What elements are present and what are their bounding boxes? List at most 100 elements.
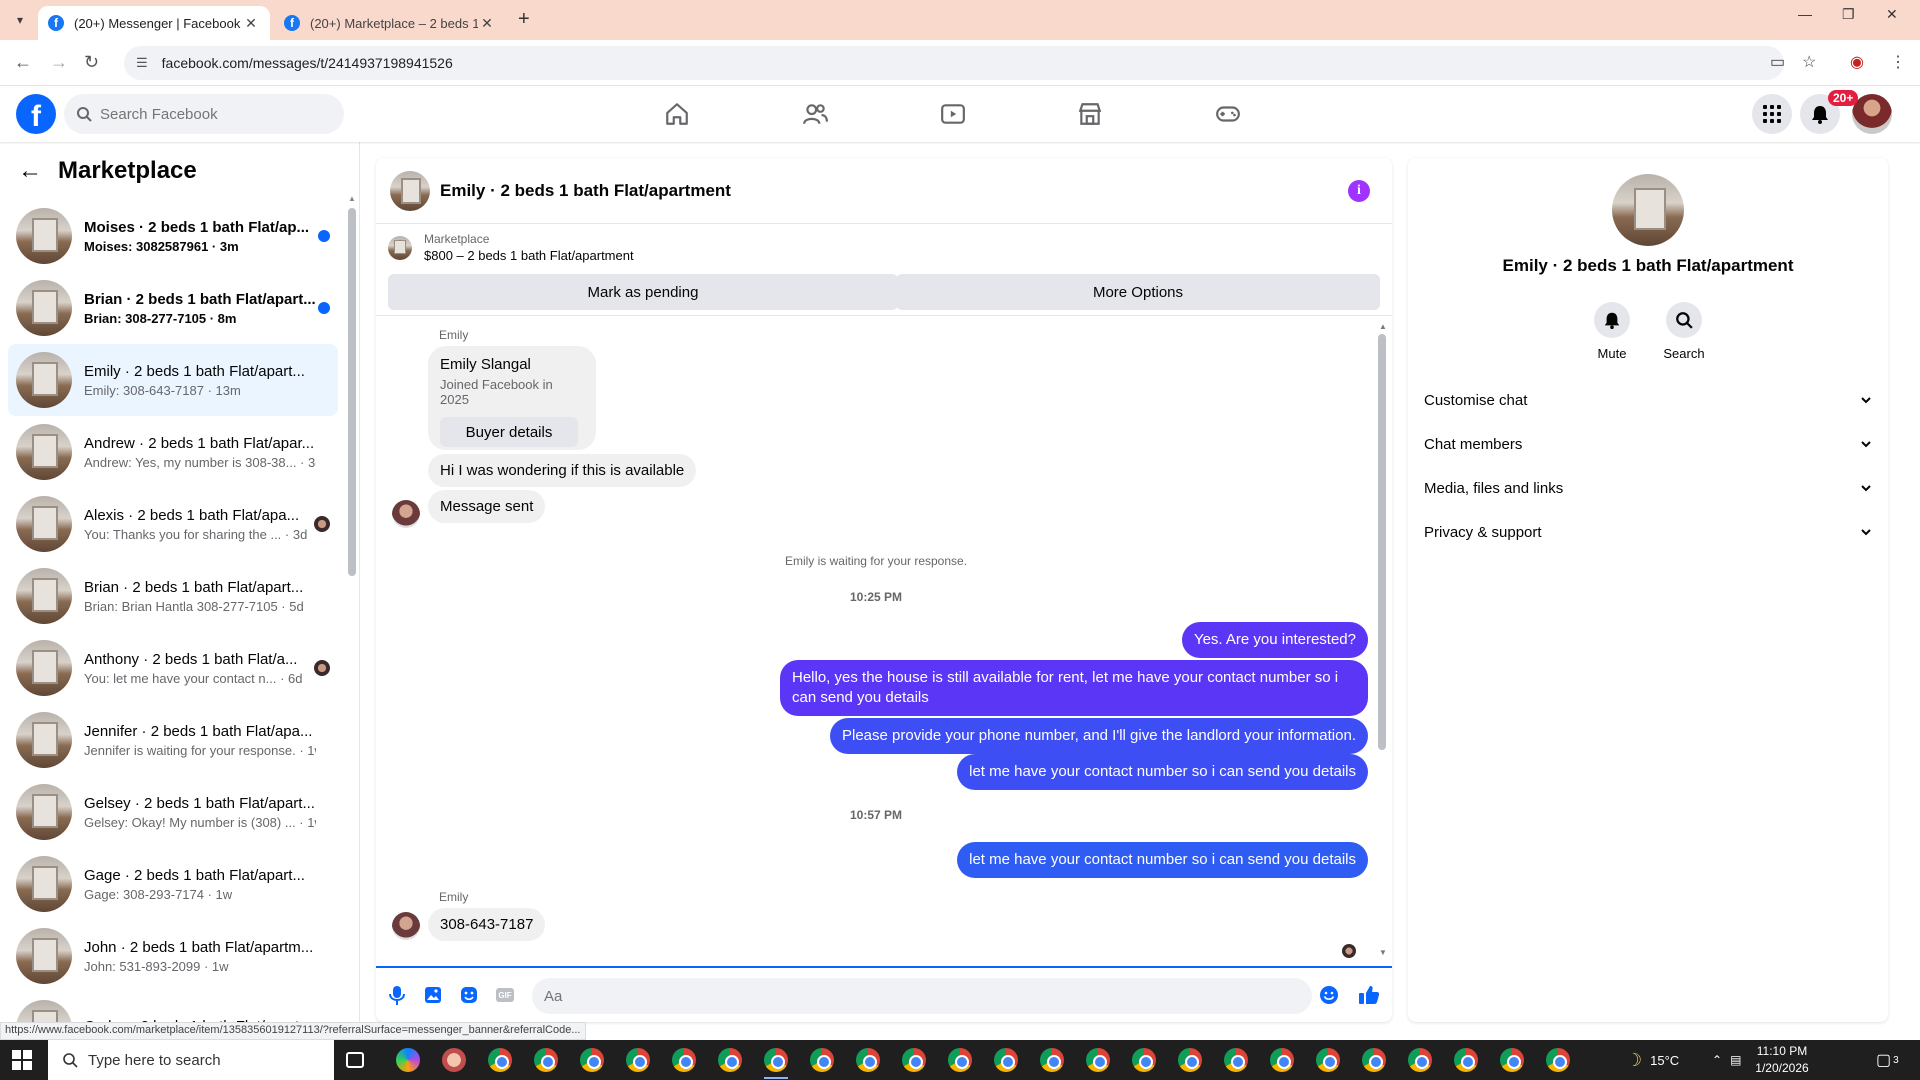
sidebar-scrollbar[interactable] — [348, 208, 356, 576]
emoji-button[interactable] — [1318, 984, 1340, 1006]
conversation-item[interactable]: Brian · 2 beds 1 bath Flat/apart... Brian… — [8, 272, 338, 344]
chrome-icon[interactable] — [1270, 1048, 1294, 1072]
tab-marketplace[interactable]: f (20+) Marketplace – 2 beds 1 b ✕ — [274, 6, 506, 40]
close-window-icon[interactable]: ✕ — [1886, 6, 1898, 23]
sender-avatar[interactable] — [392, 912, 420, 940]
menu-grid-button[interactable] — [1752, 94, 1792, 134]
messages-scrollbar[interactable] — [1378, 334, 1386, 750]
sender-avatar[interactable] — [392, 500, 420, 528]
url-omnibox[interactable]: ☰ facebook.com/messages/t/24149371989415… — [124, 46, 1784, 80]
gif-button[interactable]: GIF — [494, 984, 516, 1006]
listing-avatar[interactable] — [1612, 174, 1684, 246]
conversation-item[interactable]: John · 2 beds 1 bath Flat/apartm... John:… — [8, 920, 338, 992]
bookmark-star-icon[interactable]: ☆ — [1802, 52, 1816, 72]
voice-clip-button[interactable] — [386, 984, 408, 1006]
conversation-item[interactable]: Brian · 2 beds 1 bath Flat/apart... Brian… — [8, 560, 338, 632]
chrome-icon[interactable] — [718, 1048, 742, 1072]
close-tab-icon[interactable]: ✕ — [478, 15, 496, 32]
chrome-icon[interactable] — [1086, 1048, 1110, 1072]
browser-menu-icon[interactable]: ⋮ — [1890, 52, 1906, 72]
outgoing-message[interactable]: Yes. Are you interested? — [1181, 622, 1368, 658]
nav-home[interactable] — [622, 86, 732, 142]
conversation-item[interactable]: Jennifer · 2 beds 1 bath Flat/apa... Jenn… — [8, 704, 338, 776]
chrome-icon[interactable] — [994, 1048, 1018, 1072]
listing-title[interactable]: $800 – 2 beds 1 bath Flat/apartment — [424, 248, 634, 263]
new-tab-button[interactable]: + — [518, 8, 530, 31]
site-info-icon[interactable]: ☰ — [136, 55, 148, 71]
chrome-icon[interactable] — [534, 1048, 558, 1072]
conversation-item[interactable]: Moises · 2 beds 1 bath Flat/ap... Moises:… — [8, 200, 338, 272]
tab-search-menu-icon[interactable]: ▾ — [8, 8, 32, 32]
search-action[interactable]: Search — [1648, 302, 1720, 361]
scroll-down-arrow-icon[interactable]: ▼ — [1379, 948, 1387, 957]
windows-start-icon[interactable] — [12, 1050, 32, 1070]
privacy-support-row[interactable]: Privacy & support — [1424, 510, 1872, 554]
chrome-icon[interactable] — [902, 1048, 926, 1072]
nav-gaming[interactable] — [1173, 86, 1283, 142]
sticker-button[interactable] — [458, 984, 480, 1006]
media-files-links-row[interactable]: Media, files and links — [1424, 466, 1872, 510]
like-send-button[interactable] — [1358, 984, 1380, 1006]
chrome-icon[interactable] — [948, 1048, 972, 1072]
nav-video[interactable] — [898, 86, 1008, 142]
chat-title[interactable]: Emily · 2 beds 1 bath Flat/apartment — [440, 181, 731, 201]
notification-center[interactable]: ▢ 3 — [1876, 1040, 1899, 1080]
conversation-item-active[interactable]: Emily · 2 beds 1 bath Flat/apart... Emily… — [8, 344, 338, 416]
mark-as-pending-button[interactable]: Mark as pending — [388, 274, 898, 310]
chrome-icon[interactable] — [856, 1048, 880, 1072]
taskbar-clock[interactable]: 11:10 PM 1/20/2026 — [1742, 1043, 1822, 1077]
chrome-icon[interactable] — [1500, 1048, 1524, 1072]
chrome-icon[interactable] — [810, 1048, 834, 1072]
reload-icon[interactable]: ↻ — [84, 52, 99, 73]
conversation-item[interactable]: Alexis · 2 beds 1 bath Flat/apa... You: T… — [8, 488, 338, 560]
conversation-item[interactable]: Anthony · 2 beds 1 bath Flat/a... You: le… — [8, 632, 338, 704]
more-options-button[interactable]: More Options — [896, 274, 1380, 310]
profile-icon[interactable]: ◉ — [1850, 52, 1864, 72]
tray-icons[interactable]: ⌃ ▤ — [1712, 1040, 1741, 1080]
facebook-search-box[interactable] — [64, 94, 344, 134]
chrome-icon[interactable] — [1454, 1048, 1478, 1072]
chrome-icon[interactable] — [1040, 1048, 1064, 1072]
chrome-icon[interactable] — [764, 1048, 788, 1072]
conversation-item[interactable]: Gage · 2 beds 1 bath Flat/apart... Gage: … — [8, 848, 338, 920]
close-tab-icon[interactable]: ✕ — [242, 15, 260, 32]
show-hidden-icons-icon[interactable]: ⌃ — [1712, 1053, 1722, 1067]
weather-widget[interactable]: ☽ 15°C — [1626, 1040, 1679, 1080]
chat-members-row[interactable]: Chat members — [1424, 422, 1872, 466]
forward-icon[interactable]: → — [50, 52, 68, 73]
buyer-details-button[interactable]: Buyer details — [440, 417, 578, 447]
search-input[interactable] — [100, 105, 300, 123]
taskbar-search-box[interactable]: Type here to search — [48, 1040, 334, 1080]
outgoing-message[interactable]: Please provide your phone number, and I'… — [829, 718, 1368, 754]
copilot-icon[interactable] — [396, 1048, 420, 1072]
account-avatar[interactable] — [1852, 94, 1892, 134]
nav-marketplace[interactable] — [1035, 86, 1145, 142]
chrome-icon[interactable] — [1362, 1048, 1386, 1072]
scroll-up-arrow-icon[interactable]: ▲ — [348, 194, 356, 203]
listing-thumbnail[interactable] — [388, 236, 412, 260]
network-icon[interactable]: ▤ — [1730, 1053, 1741, 1067]
incoming-message[interactable]: Message sent — [428, 490, 546, 523]
customise-chat-row[interactable]: Customise chat — [1424, 378, 1872, 422]
chrome-icon[interactable] — [1408, 1048, 1432, 1072]
restore-window-icon[interactable]: ❐ — [1842, 6, 1855, 23]
install-app-icon[interactable]: ▭ — [1770, 52, 1785, 72]
tab-messenger[interactable]: f (20+) Messenger | Facebook ✕ — [38, 6, 270, 40]
chrome-icon[interactable] — [1316, 1048, 1340, 1072]
outgoing-message[interactable]: Hello, yes the house is still available … — [780, 660, 1368, 716]
chrome-icon[interactable] — [626, 1048, 650, 1072]
back-arrow-icon[interactable]: ← — [18, 157, 42, 185]
chat-avatar[interactable] — [390, 170, 430, 211]
attach-photo-button[interactable] — [422, 984, 444, 1006]
facebook-logo-icon[interactable]: f — [16, 94, 56, 134]
conversation-item[interactable]: Gelsey · 2 beds 1 bath Flat/apart... Gels… — [8, 776, 338, 848]
chrome-icon[interactable] — [1546, 1048, 1570, 1072]
scroll-up-arrow-icon[interactable]: ▲ — [1379, 322, 1387, 331]
task-view-icon[interactable] — [346, 1052, 364, 1068]
minimize-window-icon[interactable]: — — [1798, 6, 1812, 22]
incoming-message[interactable]: 308-643-7187 — [428, 908, 546, 941]
back-icon[interactable]: ← — [14, 52, 32, 73]
outgoing-message[interactable]: let me have your contact number so i can… — [957, 754, 1368, 790]
chrome-icon[interactable] — [1178, 1048, 1202, 1072]
chrome-icon[interactable] — [488, 1048, 512, 1072]
